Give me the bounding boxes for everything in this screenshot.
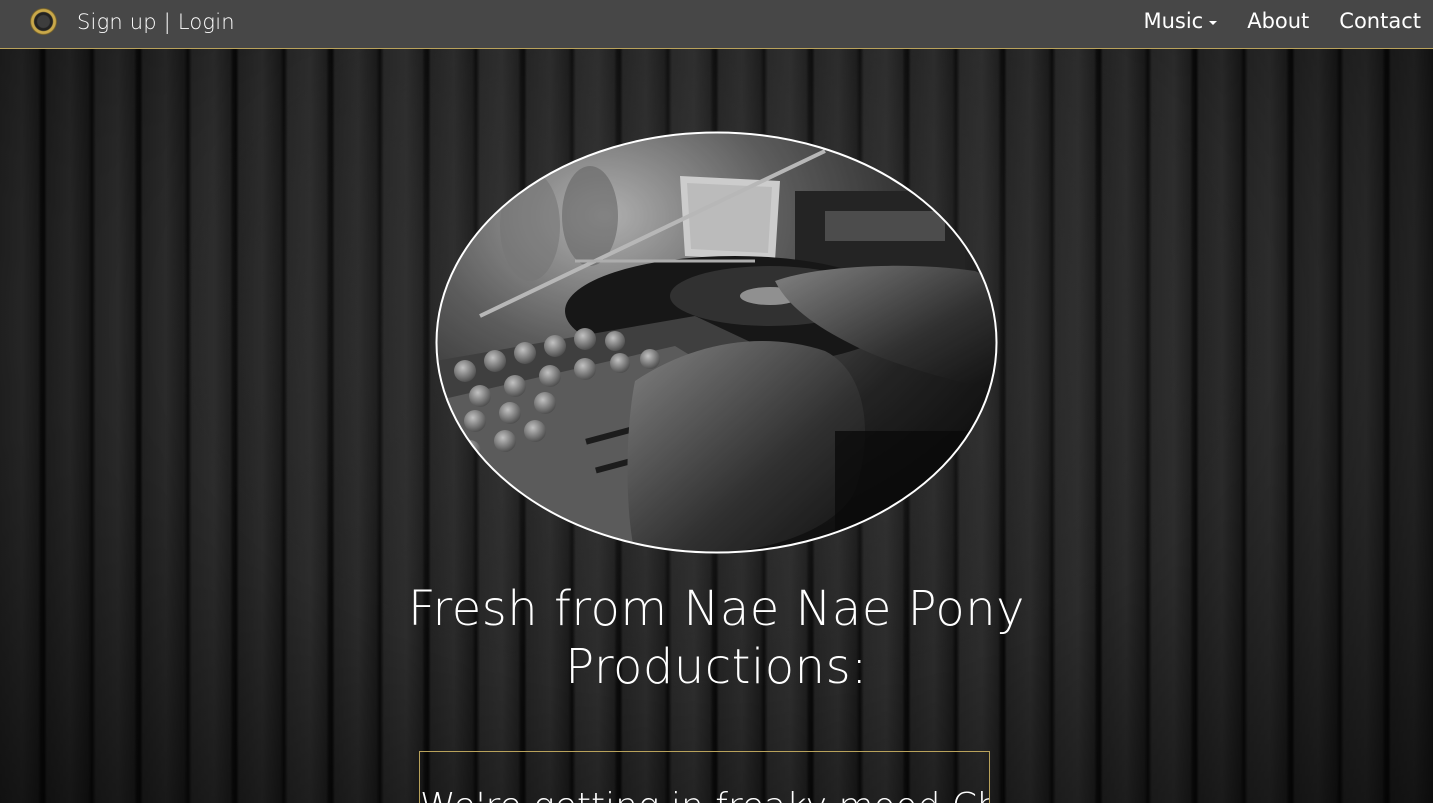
caret-down-icon xyxy=(1209,20,1218,25)
featured-track-text: We're getting in freaky mood Check xyxy=(420,786,989,803)
signup-login-link[interactable]: Sign up | Login xyxy=(77,10,235,34)
nav-about-link[interactable]: About xyxy=(1247,9,1309,33)
navbar-brand: Sign up | Login xyxy=(30,8,235,35)
nav-music-dropdown[interactable]: Music xyxy=(1143,9,1218,33)
main-nav: Music About Contact xyxy=(1143,9,1421,33)
page-headline: Fresh from Nae Nae Pony Productions: xyxy=(407,581,1026,695)
hero-image xyxy=(435,131,998,554)
vinyl-record-icon[interactable] xyxy=(30,8,57,35)
top-navbar: Sign up | Login Music About Contact xyxy=(0,0,1433,49)
nav-music-label: Music xyxy=(1143,9,1204,33)
nav-contact-link[interactable]: Contact xyxy=(1339,9,1421,33)
featured-track-box: We're getting in freaky mood Check xyxy=(419,751,990,803)
dj-mixer-photo xyxy=(435,131,998,554)
